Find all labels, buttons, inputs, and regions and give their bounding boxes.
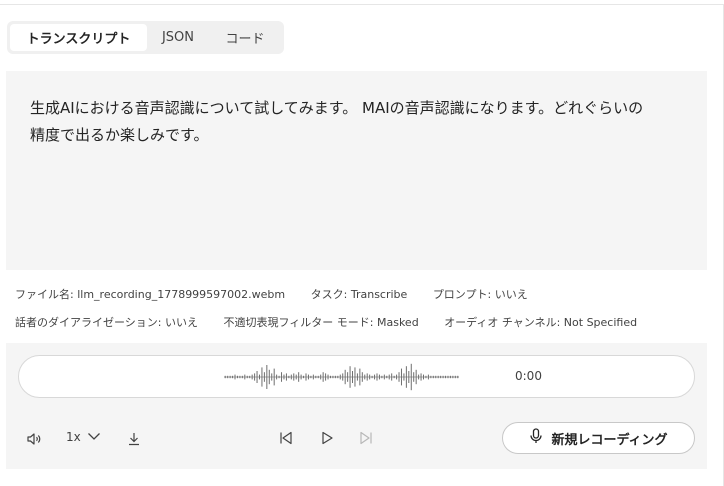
audio-player: 0:00 1x 新規レコーディング: [6, 343, 707, 469]
meta-diarization: 話者のダイアライゼーション: いいえ: [15, 316, 198, 329]
meta-profanity: 不適切表現フィルター モード: Masked: [223, 316, 419, 329]
tab-code[interactable]: コード: [209, 24, 281, 51]
meta-task: タスク: Transcribe: [310, 288, 408, 301]
top-divider: [0, 4, 724, 5]
metadata-row-2: 話者のダイアライゼーション: いいえ 不適切表現フィルター モード: Maske…: [15, 314, 659, 330]
playback-time: 0:00: [515, 369, 542, 383]
waveform[interactable]: [224, 362, 459, 392]
microphone-icon: [529, 428, 543, 448]
skip-forward-icon[interactable]: [356, 428, 376, 448]
meta-channel: オーディオ チャンネル: Not Specified: [444, 316, 638, 329]
meta-prompt: プロンプト: いいえ: [432, 288, 528, 301]
meta-file: ファイル名: llm_recording_1778999597002.webm: [15, 288, 286, 301]
waveform-track[interactable]: 0:00: [18, 355, 695, 398]
play-icon[interactable]: [317, 428, 337, 448]
chevron-down-icon: [87, 430, 101, 444]
metadata-row-1: ファイル名: llm_recording_1778999597002.webm …: [15, 286, 550, 302]
playback-speed-value: 1x: [66, 430, 81, 444]
transcript-line-1: 生成AIにおける音声認識について試してみます。 MAIの音声認識になります。どれ…: [30, 99, 644, 117]
new-recording-label: 新規レコーディング: [551, 432, 668, 448]
transcript-panel: 生成AIにおける音声認識について試してみます。 MAIの音声認識になります。どれ…: [6, 71, 707, 270]
volume-icon[interactable]: [24, 429, 44, 449]
tab-transcript[interactable]: トランスクリプト: [10, 24, 147, 51]
playback-speed-select[interactable]: 1x: [66, 430, 101, 444]
skip-back-icon[interactable]: [276, 428, 296, 448]
new-recording-button[interactable]: 新規レコーディング: [502, 422, 695, 454]
transcript-line-2: 精度で出るか楽しみです。: [30, 126, 209, 144]
tab-json[interactable]: JSON: [147, 24, 209, 51]
view-tabs: トランスクリプト JSON コード: [7, 21, 284, 54]
download-icon[interactable]: [124, 429, 144, 449]
